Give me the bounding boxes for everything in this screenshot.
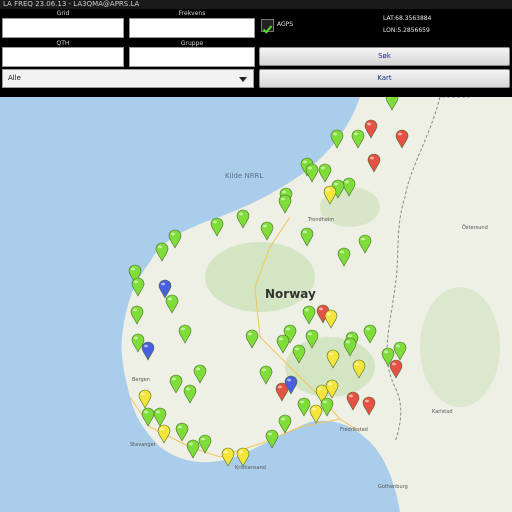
map-marker-icon[interactable] (318, 163, 332, 183)
map-marker-icon[interactable] (395, 129, 409, 149)
agps-label: AGPS (277, 21, 294, 28)
map-marker-icon[interactable] (260, 221, 274, 241)
map-background (121, 97, 512, 512)
map-marker-icon[interactable] (305, 163, 319, 183)
window-title: LA FREQ 23.06.13 - LA3QMA@APRS.LA (0, 0, 512, 9)
map-label-gothenburg: Gothenburg (378, 484, 408, 490)
map-marker-icon[interactable] (351, 129, 365, 149)
agps-checkbox[interactable] (261, 19, 274, 34)
map-marker-icon[interactable] (259, 365, 273, 385)
map-marker-icon[interactable] (385, 97, 399, 111)
map-marker-icon[interactable] (130, 305, 144, 325)
map-marker-icon[interactable] (292, 344, 306, 364)
map-marker-icon[interactable] (346, 391, 360, 411)
map-marker-icon[interactable] (324, 309, 338, 329)
map-marker-icon[interactable] (265, 429, 279, 449)
map-marker-icon[interactable] (364, 119, 378, 139)
frekvens-label: Frekvens (178, 10, 206, 17)
map-marker-icon[interactable] (363, 324, 377, 344)
map-label-ostersund: Östersund (462, 225, 488, 231)
map-marker-icon[interactable] (157, 424, 171, 444)
qth-label: QTH (56, 40, 70, 47)
map-marker-icon[interactable] (210, 217, 224, 237)
map-marker-icon[interactable] (245, 329, 259, 349)
filter-select[interactable]: Alle (2, 69, 254, 88)
map-marker-icon[interactable] (178, 324, 192, 344)
map-marker-icon[interactable] (326, 349, 340, 369)
map-marker-icon[interactable] (320, 397, 334, 417)
map-marker-icon[interactable] (381, 347, 395, 367)
map-marker-icon[interactable] (138, 389, 152, 409)
map-marker-icon[interactable] (236, 209, 250, 229)
map-marker-icon[interactable] (198, 434, 212, 454)
map-marker-icon[interactable] (155, 242, 169, 262)
map-label-fredrikstad: Fredrikstad (340, 427, 368, 433)
map-marker-icon[interactable] (325, 379, 339, 399)
map-marker-icon[interactable] (367, 153, 381, 173)
map-label-country: Norway (265, 287, 316, 301)
map-marker-icon[interactable] (193, 364, 207, 384)
map-marker-icon[interactable] (302, 305, 316, 325)
control-panel: Grid Frekvens AGPS LAT:68.3563884 LON:5.… (0, 9, 512, 97)
map-marker-icon[interactable] (221, 447, 235, 467)
qth-input[interactable] (2, 47, 124, 67)
frekvens-input[interactable] (129, 18, 255, 38)
map-marker-icon[interactable] (236, 447, 250, 467)
map-marker-icon[interactable] (183, 384, 197, 404)
map-marker-icon[interactable] (169, 374, 183, 394)
map-marker-icon[interactable] (393, 341, 407, 361)
map-label-stavanger: Stavanger (130, 442, 156, 448)
map-marker-icon[interactable] (343, 337, 357, 357)
search-button[interactable]: Søk (259, 47, 510, 66)
map-marker-icon[interactable] (358, 234, 372, 254)
gruppe-label: Gruppe (180, 40, 204, 47)
longitude-readout: LON:5.2856659 (383, 27, 430, 34)
map-marker-icon[interactable] (278, 194, 292, 214)
map-marker-icon[interactable] (352, 359, 366, 379)
grid-input[interactable] (2, 18, 124, 38)
map-label-karlstad: Karlstad (432, 409, 453, 415)
map-label-trondheim: Trondheim (308, 217, 335, 223)
map-marker-icon[interactable] (168, 229, 182, 249)
map-marker-icon[interactable] (305, 329, 319, 349)
map-marker-icon[interactable] (284, 375, 298, 395)
map-marker-icon[interactable] (165, 294, 179, 314)
map-marker-icon[interactable] (300, 227, 314, 247)
map-view[interactable]: Kilde NRRL Trondheim Stavanger Kristians… (0, 97, 512, 512)
map-label-bergen: Bergen (132, 377, 150, 383)
dropdown-arrow-icon (239, 77, 247, 82)
map-marker-icon[interactable] (278, 414, 292, 434)
map-marker-icon[interactable] (362, 396, 376, 416)
latitude-readout: LAT:68.3563884 (383, 15, 432, 22)
map-marker-icon[interactable] (276, 334, 290, 354)
map-marker-icon[interactable] (330, 129, 344, 149)
grid-label: Grid (56, 10, 70, 17)
map-marker-icon[interactable] (337, 247, 351, 267)
filter-selected-value: Alle (8, 74, 21, 82)
map-marker-icon[interactable] (131, 277, 145, 297)
gruppe-input[interactable] (129, 47, 255, 67)
checkmark-icon (262, 25, 273, 34)
map-label-kilde-nrrl: Kilde NRRL (225, 172, 264, 180)
map-marker-icon[interactable] (131, 333, 145, 353)
map-button[interactable]: Kart (259, 69, 510, 88)
map-marker-icon[interactable] (323, 185, 337, 205)
